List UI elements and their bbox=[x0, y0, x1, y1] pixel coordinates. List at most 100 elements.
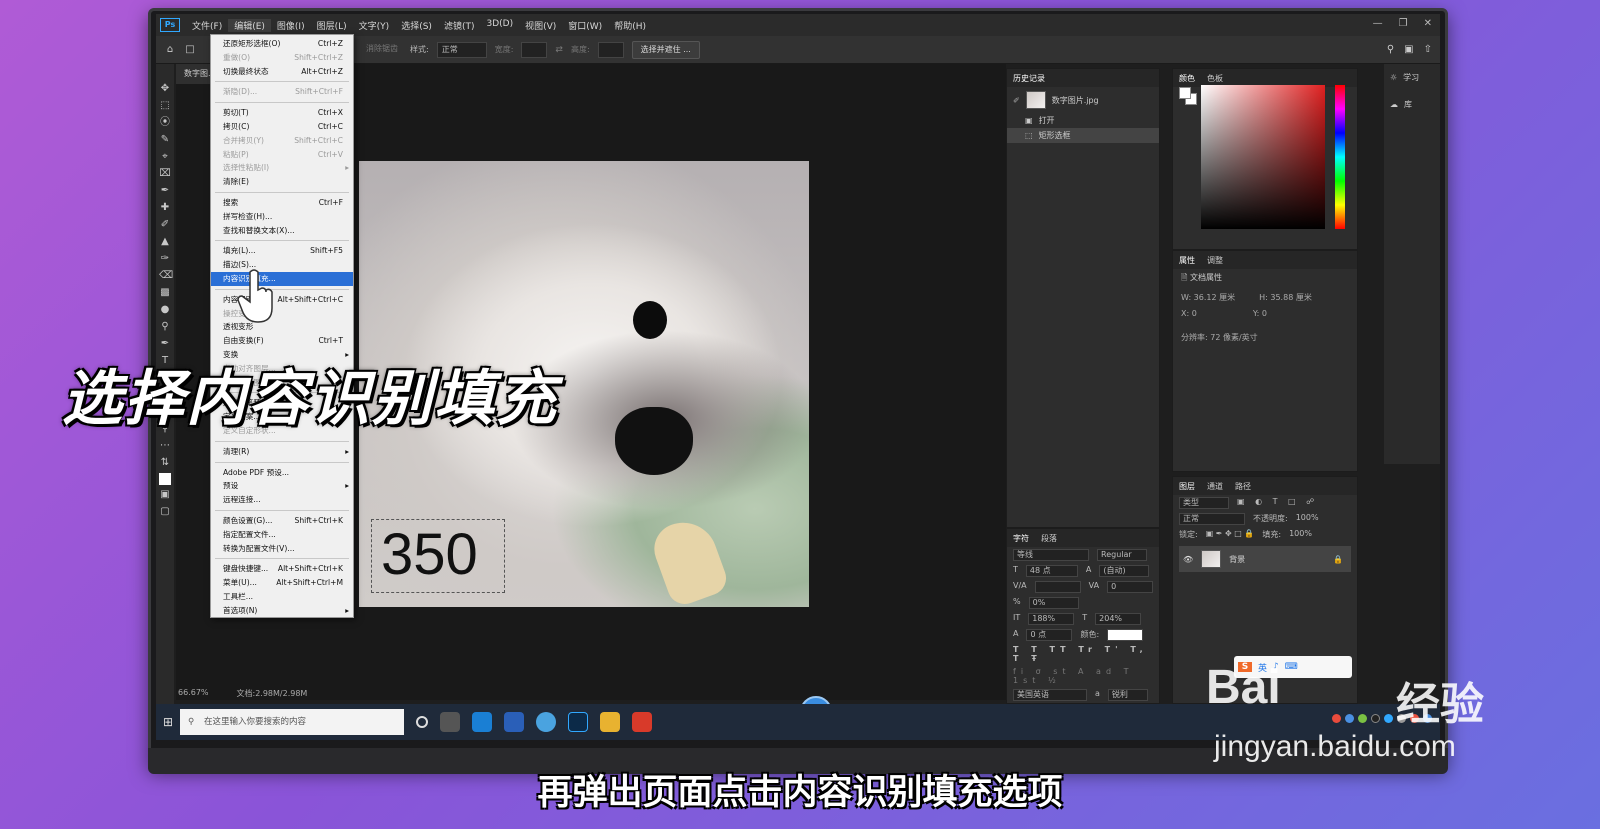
edit-menu-item[interactable]: 清理(R) ▸ bbox=[211, 445, 353, 459]
healing-brush-icon[interactable]: ✚ bbox=[159, 201, 171, 215]
close-icon[interactable]: ✕ bbox=[1424, 18, 1432, 29]
workspace-icon[interactable]: ▣ bbox=[1404, 44, 1413, 55]
hue-slider[interactable] bbox=[1335, 85, 1345, 229]
edit-menu-item[interactable]: 工具栏... bbox=[211, 590, 353, 604]
keyboard-icon[interactable]: ⌨ bbox=[1285, 662, 1298, 672]
edit-menu-item[interactable]: 清除(E) bbox=[211, 175, 353, 189]
frame-tool-icon[interactable]: ⌧ bbox=[159, 167, 171, 181]
tab-layers[interactable]: 图层 bbox=[1179, 481, 1195, 492]
screen-mode-icon[interactable]: ▢ bbox=[159, 505, 171, 519]
tab-history[interactable]: 历史记录 bbox=[1013, 73, 1045, 84]
menu-item[interactable]: 3D(D) bbox=[480, 19, 519, 32]
edit-menu-item[interactable]: 键盘快捷键... Alt+Shift+Ctrl+K bbox=[211, 562, 353, 576]
font-size-input[interactable]: 48 点 bbox=[1025, 565, 1078, 577]
menu-item[interactable]: 帮助(H) bbox=[608, 19, 652, 32]
history-brush-icon[interactable]: ✑ bbox=[159, 252, 171, 266]
swap-icon[interactable]: ⇄ bbox=[555, 45, 563, 55]
history-snapshot[interactable]: ✐ 数字图片.jpg bbox=[1007, 87, 1159, 113]
stamp-tool-icon[interactable]: ▲ bbox=[159, 235, 171, 249]
tab-adjustments[interactable]: 调整 bbox=[1207, 255, 1223, 266]
app-icon[interactable] bbox=[536, 712, 556, 732]
antialias-checkbox[interactable]: 消除锯齿 bbox=[362, 42, 402, 58]
edit-menu-item[interactable]: 拼写检查(H)... bbox=[211, 210, 353, 224]
menu-item[interactable]: 窗口(W) bbox=[562, 19, 608, 32]
quick-mask-icon[interactable]: ▣ bbox=[159, 488, 171, 502]
edit-menu-item[interactable]: 搜索 Ctrl+F bbox=[211, 196, 353, 210]
browser-icon[interactable] bbox=[504, 712, 524, 732]
tab-paths[interactable]: 路径 bbox=[1235, 481, 1251, 492]
pen-tool-icon[interactable]: ✒ bbox=[159, 337, 171, 351]
share-icon[interactable]: ⇧ bbox=[1424, 44, 1432, 55]
blend-mode-select[interactable]: 正常 bbox=[1179, 513, 1245, 525]
tray-icon[interactable] bbox=[1358, 714, 1367, 723]
task-view-icon[interactable] bbox=[440, 712, 460, 732]
search-icon[interactable]: ⚲ bbox=[1387, 44, 1394, 55]
history-step[interactable]: ▣ 打开 bbox=[1007, 113, 1159, 128]
marquee-tool-icon[interactable]: ⬚ bbox=[159, 99, 171, 113]
edit-menu-item[interactable]: Adobe PDF 预设... bbox=[211, 466, 353, 480]
taskbar-search-input[interactable]: ⚲ 在这里输入你要搜索的内容 bbox=[180, 709, 404, 735]
marquee-icon[interactable]: □ bbox=[184, 43, 196, 57]
libraries-item[interactable]: ☁ 库 bbox=[1384, 91, 1440, 118]
edit-menu-item[interactable]: 还原矩形选框(O) Ctrl+Z bbox=[211, 37, 353, 51]
height-input[interactable] bbox=[597, 41, 624, 58]
tab-swatches[interactable]: 色板 bbox=[1207, 73, 1223, 84]
layer-filter-icons[interactable]: ▣ ◐ T □ ☍ bbox=[1237, 497, 1318, 509]
tray-icon[interactable] bbox=[1371, 714, 1380, 723]
antialias-select[interactable]: 锐利 bbox=[1107, 689, 1148, 701]
edit-menu-item[interactable]: 切换最终状态 Alt+Ctrl+Z bbox=[211, 65, 353, 79]
learn-item[interactable]: ☼ 学习 bbox=[1384, 64, 1440, 91]
edit-menu-item[interactable]: 菜单(U)... Alt+Shift+Ctrl+M bbox=[211, 576, 353, 590]
menu-item[interactable]: 文件(F) bbox=[186, 19, 228, 32]
menu-item[interactable]: 视图(V) bbox=[519, 19, 562, 32]
edit-menu-item[interactable]: 填充(L)... Shift+F5 bbox=[211, 244, 353, 258]
dodge-tool-icon[interactable]: ⚲ bbox=[159, 320, 171, 334]
blur-tool-icon[interactable]: ● bbox=[159, 303, 171, 317]
home-icon[interactable]: ⌂ bbox=[164, 43, 176, 57]
language-select[interactable]: 美国英语 bbox=[1013, 689, 1087, 701]
edit-menu-item[interactable]: 预设 ▸ bbox=[211, 479, 353, 493]
wps-icon[interactable] bbox=[632, 712, 652, 732]
restore-icon[interactable]: ❐ bbox=[1399, 18, 1408, 29]
style-select[interactable]: 正常 bbox=[436, 41, 487, 58]
layer-kind-select[interactable]: 类型 bbox=[1179, 497, 1229, 509]
color-swatch-icon[interactable] bbox=[159, 473, 171, 485]
lasso-tool-icon[interactable]: ⦿ bbox=[159, 116, 171, 130]
minimize-icon[interactable]: — bbox=[1373, 18, 1383, 29]
edit-menu-item[interactable]: 透视变形 bbox=[211, 320, 353, 334]
photoshop-taskbar-icon[interactable] bbox=[568, 712, 588, 732]
horizontal-scale-input[interactable]: 204% bbox=[1095, 613, 1142, 625]
text-color-swatch[interactable] bbox=[1107, 629, 1144, 641]
move-tool-icon[interactable]: ✥ bbox=[159, 82, 171, 96]
eraser-icon[interactable]: ⌫ bbox=[159, 269, 173, 283]
menu-item[interactable]: 选择(S) bbox=[395, 19, 438, 32]
brush-tool-icon[interactable]: ✐ bbox=[159, 218, 171, 232]
edit-menu-item[interactable]: 内容识别缩放Alt+Shift+Ctrl+C bbox=[211, 293, 353, 307]
vertical-scale-input[interactable]: 188% bbox=[1028, 613, 1075, 625]
edit-menu-item[interactable]: 拷贝(C) Ctrl+C bbox=[211, 120, 353, 134]
tray-icon[interactable] bbox=[1332, 714, 1341, 723]
quick-select-icon[interactable]: ✎ bbox=[159, 133, 171, 147]
edge-icon[interactable] bbox=[472, 712, 492, 732]
foreground-color-swatch[interactable] bbox=[1179, 87, 1191, 99]
edit-menu-item[interactable]: 远程连接... bbox=[211, 493, 353, 507]
edit-menu-item[interactable]: 指定配置文件... bbox=[211, 528, 353, 542]
zoom-level[interactable]: 66.67% bbox=[178, 688, 209, 700]
edit-menu-item[interactable]: 首选项(N) ▸ bbox=[211, 604, 353, 618]
menu-item[interactable]: 文字(Y) bbox=[353, 19, 396, 32]
edit-menu-item[interactable]: 查找和替换文本(X)... bbox=[211, 224, 353, 238]
history-step[interactable]: ⬚ 矩形选框 bbox=[1007, 128, 1159, 143]
select-and-mask-button[interactable]: 选择并遮住 ... bbox=[631, 40, 700, 59]
tab-character[interactable]: 字符 bbox=[1013, 533, 1029, 544]
menu-item[interactable]: 图层(L) bbox=[311, 19, 353, 32]
edit-menu-item[interactable]: 描边(S)... bbox=[211, 258, 353, 272]
more-tools-icon[interactable]: ⋯ bbox=[159, 439, 171, 453]
file-explorer-icon[interactable] bbox=[600, 712, 620, 732]
opentype-buttons[interactable]: fi σ st A ad T 1st ½ bbox=[1007, 665, 1159, 687]
edit-menu-item[interactable]: 自由变换(F) Ctrl+T bbox=[211, 334, 353, 348]
edit-menu-item[interactable]: 颜色设置(G)... Shift+Ctrl+K bbox=[211, 514, 353, 528]
visibility-eye-icon[interactable]: 👁 bbox=[1183, 555, 1193, 564]
lock-icons[interactable]: ▣ ✒ ✥ □ 🔒 bbox=[1206, 529, 1255, 540]
menu-item-content-aware-fill[interactable]: 内容识别填充... bbox=[211, 271, 353, 286]
width-input[interactable] bbox=[521, 41, 548, 58]
